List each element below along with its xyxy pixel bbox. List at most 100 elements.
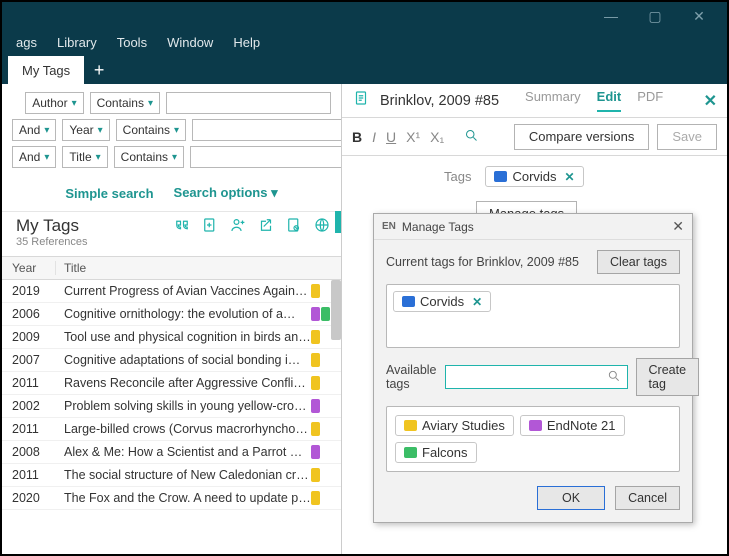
table-row[interactable]: 2002Problem solving skills in young yell… xyxy=(2,395,341,418)
current-tags-label: Current tags for Brinklov, 2009 #85 xyxy=(386,255,579,269)
window-close[interactable]: ✕ xyxy=(677,2,721,30)
chevron-down-icon: ▾ xyxy=(174,125,179,136)
remove-tag-icon[interactable]: ✕ xyxy=(565,170,575,184)
search-icon xyxy=(607,369,621,386)
quote-icon[interactable] xyxy=(173,216,191,239)
table-row[interactable]: 2009Tool use and physical cognition in b… xyxy=(2,326,341,349)
search-options-link[interactable]: Search options ▾ xyxy=(174,185,278,201)
cell-tags xyxy=(311,445,341,459)
subscript-button[interactable]: X₁ xyxy=(430,129,444,145)
table-row[interactable]: 2006Cognitive ornithology: the evolution… xyxy=(2,303,341,326)
tag-color-icon xyxy=(529,420,542,431)
search-links: Simple search Search options ▾ xyxy=(2,177,341,211)
cell-year: 2006 xyxy=(2,307,56,321)
detail-tabs: Summary Edit PDF xyxy=(525,89,663,112)
window-maximize[interactable]: ▢ xyxy=(633,2,677,30)
op-select-3[interactable]: And▾ xyxy=(12,146,56,168)
close-detail[interactable]: ✕ xyxy=(704,91,717,111)
available-tag-chip[interactable]: Falcons xyxy=(395,442,477,463)
chevron-down-icon: ▾ xyxy=(148,98,153,109)
table-row[interactable]: 2007Cognitive adaptations of social bond… xyxy=(2,349,341,372)
field-select-2[interactable]: Year▾ xyxy=(62,119,109,141)
tag-chip-label: Aviary Studies xyxy=(422,418,505,433)
references-table: Year Title 2019Current Progress of Avian… xyxy=(2,256,341,554)
tag-search-input[interactable] xyxy=(452,370,607,384)
save-button[interactable]: Save xyxy=(657,124,717,150)
chevron-down-icon: ▾ xyxy=(172,152,177,163)
search-value-1[interactable] xyxy=(166,92,331,114)
dialog-close[interactable]: ✕ xyxy=(672,218,684,235)
scrollbar[interactable] xyxy=(331,280,341,340)
table-row[interactable]: 2011Ravens Reconcile after Aggressive Co… xyxy=(2,372,341,395)
available-tag-chip[interactable]: Aviary Studies xyxy=(395,415,514,436)
search-value-2[interactable] xyxy=(192,119,342,141)
tab-summary[interactable]: Summary xyxy=(525,89,581,112)
add-reference-icon[interactable] xyxy=(201,216,219,239)
cell-year: 2008 xyxy=(2,445,56,459)
cell-title: The Fox and the Crow. A need to update p… xyxy=(56,491,311,505)
table-row[interactable]: 2020The Fox and the Crow. A need to upda… xyxy=(2,487,341,510)
add-person-icon[interactable] xyxy=(229,216,247,239)
tag-color-icon xyxy=(311,376,320,390)
cell-year: 2007 xyxy=(2,353,56,367)
menu-window[interactable]: Window xyxy=(157,32,223,53)
tab-edit[interactable]: Edit xyxy=(597,89,622,112)
field-select-3[interactable]: Title▾ xyxy=(62,146,107,168)
tab-my-tags[interactable]: My Tags xyxy=(8,56,84,84)
menu-help[interactable]: Help xyxy=(223,32,270,53)
underline-button[interactable]: U xyxy=(386,129,396,145)
col-title[interactable]: Title xyxy=(56,261,341,275)
available-tag-chip[interactable]: EndNote 21 xyxy=(520,415,625,436)
compare-versions-button[interactable]: Compare versions xyxy=(514,124,650,150)
italic-button[interactable]: I xyxy=(372,129,376,145)
search-icon[interactable] xyxy=(464,128,479,146)
cell-tags xyxy=(311,376,341,390)
chevron-down-icon: ▾ xyxy=(44,152,49,163)
superscript-button[interactable]: X¹ xyxy=(406,129,420,145)
cell-year: 2009 xyxy=(2,330,56,344)
web-icon[interactable] xyxy=(313,216,331,239)
table-row[interactable]: 2019Current Progress of Avian Vaccines A… xyxy=(2,280,341,303)
tag-color-icon xyxy=(311,422,320,436)
op-select-2[interactable]: And▾ xyxy=(12,119,56,141)
tab-pdf[interactable]: PDF xyxy=(637,89,663,112)
export-icon[interactable] xyxy=(285,216,303,239)
chevron-down-icon: ▾ xyxy=(44,125,49,136)
tag-color-icon xyxy=(311,399,320,413)
share-icon[interactable] xyxy=(257,216,275,239)
cancel-button[interactable]: Cancel xyxy=(615,486,680,510)
tag-chip-label: Falcons xyxy=(422,445,468,460)
tag-chip-corvids[interactable]: Corvids ✕ xyxy=(485,166,583,187)
simple-search-link[interactable]: Simple search xyxy=(65,186,153,201)
chevron-down-icon: ▾ xyxy=(96,152,101,163)
tag-color-icon xyxy=(402,296,415,307)
cond-select-2[interactable]: Contains▾ xyxy=(116,119,186,141)
col-year[interactable]: Year xyxy=(2,261,56,275)
table-row[interactable]: 2011The social structure of New Caledoni… xyxy=(2,464,341,487)
detail-header: Brinklov, 2009 #85 Summary Edit PDF ✕ xyxy=(342,84,727,118)
ok-button[interactable]: OK xyxy=(537,486,605,510)
manage-tags-dialog: EN Manage Tags ✕ Current tags for Brinkl… xyxy=(373,213,693,523)
tag-color-icon xyxy=(404,447,417,458)
window-minimize[interactable]: — xyxy=(589,2,633,30)
current-tag-corvids[interactable]: Corvids ✕ xyxy=(393,291,491,312)
cell-title: Tool use and physical cognition in birds… xyxy=(56,330,311,344)
document-icon xyxy=(352,89,370,112)
search-value-3[interactable] xyxy=(190,146,342,168)
clear-tags-button[interactable]: Clear tags xyxy=(597,250,680,274)
tag-search-field[interactable] xyxy=(445,365,628,389)
cond-select-1[interactable]: Contains▾ xyxy=(90,92,160,114)
create-tag-button[interactable]: Create tag xyxy=(636,358,700,396)
cell-year: 2020 xyxy=(2,491,56,505)
menu-tools[interactable]: Tools xyxy=(107,32,157,53)
bold-button[interactable]: B xyxy=(352,129,362,145)
tag-color-icon xyxy=(321,307,330,321)
field-select-1[interactable]: Author▾ xyxy=(25,92,83,114)
cond-select-3[interactable]: Contains▾ xyxy=(114,146,184,168)
menu-library[interactable]: Library xyxy=(47,32,107,53)
tab-add[interactable]: + xyxy=(84,56,114,84)
table-row[interactable]: 2011Large-billed crows (Corvus macrorhyn… xyxy=(2,418,341,441)
menu-tags[interactable]: ags xyxy=(6,32,47,53)
remove-tag-icon[interactable]: ✕ xyxy=(472,295,482,309)
table-row[interactable]: 2008Alex & Me: How a Scientist and a Par… xyxy=(2,441,341,464)
